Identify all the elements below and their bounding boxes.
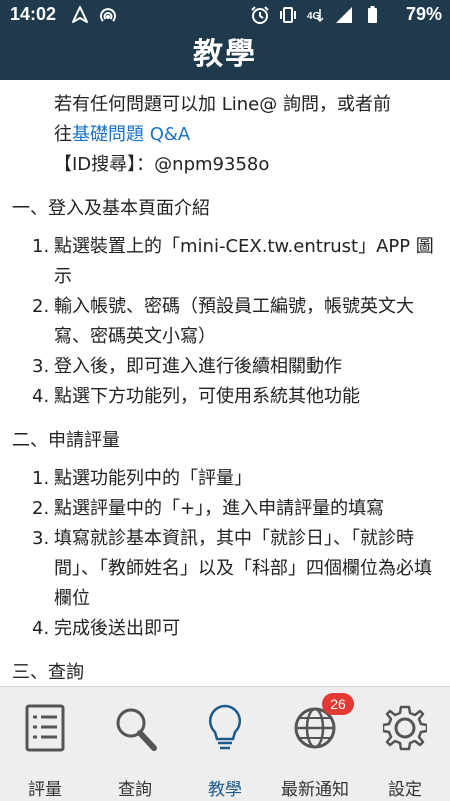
- nav-item-settings[interactable]: 設定: [360, 687, 450, 801]
- nav-label: 查詢: [118, 780, 152, 800]
- battery-icon: [368, 6, 377, 23]
- nav-label: 評量: [28, 780, 62, 800]
- intro-prefix: 往: [54, 124, 72, 145]
- page-title: 教學: [193, 37, 257, 72]
- intro-line: 若有任何問題可以加 Line@ 詢問，或者前: [54, 94, 391, 115]
- alarm-icon: [251, 6, 269, 24]
- nav-label: 最新通知: [281, 780, 349, 800]
- clipboard-icon: [25, 704, 65, 752]
- nav-item-notifications[interactable]: 26 最新通知: [270, 687, 360, 801]
- list-item: 2. 點選評量中的「+」，進入申請評量的填寫: [32, 498, 385, 519]
- app-bar: 教學: [0, 30, 450, 80]
- section-heading: 三、查詢: [12, 662, 84, 683]
- tutorial-content[interactable]: 若有任何問題可以加 Line@ 詢問，或者前 往基礎問題 Q&A 【ID搜尋】：…: [0, 80, 450, 686]
- notification-badge: 26: [322, 693, 354, 715]
- nav-label: 設定: [388, 780, 422, 800]
- step-list: 1. 點選裝置上的「mini-CEX.tw.entrust」APP 圖示 2. 輸入…: [0, 232, 450, 412]
- line-id-label: 【ID搜尋】：@npm9358o: [54, 154, 270, 175]
- bottom-navigation: 評量 查詢 教學 26 最新通知 設定: [0, 686, 450, 801]
- vibrate-icon: [280, 7, 296, 23]
- list-item: 1. 點選裝置上的「mini-CEX.tw.entrust」APP 圖示: [32, 236, 434, 287]
- nav-item-evaluation[interactable]: 評量: [0, 687, 90, 801]
- section-heading: 一、登入及基本頁面介紹: [12, 198, 210, 219]
- status-time: 14:02: [10, 4, 57, 24]
- 4g-icon: 4G: [307, 9, 324, 23]
- list-item: 1. 點選功能列中的「評量」: [32, 468, 252, 489]
- list-item: 3. 填寫就診基本資訊，其中「就診日」、「就診時間」、「教師姓名」以及「科部」四個…: [32, 528, 432, 609]
- lightbulb-icon: [208, 704, 242, 750]
- magnifier-icon: [116, 708, 157, 751]
- list-item: 4. 完成後送出即可: [32, 618, 180, 639]
- list-item: 2. 輸入帳號、密碼（預設員工編號，帳號英文大寫、密碼英文小寫）: [32, 296, 414, 347]
- nav-label: 教學: [208, 780, 242, 800]
- nav-item-query[interactable]: 查詢: [90, 687, 180, 801]
- section-heading: 二、申請評量: [12, 430, 120, 451]
- intro-block: 若有任何問題可以加 Line@ 詢問，或者前 往基礎問題 Q&A 【ID搜尋】：…: [0, 80, 450, 180]
- nav-item-tutorial[interactable]: 教學: [180, 687, 270, 801]
- list-item: 4. 點選下方功能列，可使用系統其他功能: [32, 386, 360, 407]
- list-item: 3. 登入後，即可進入進行後續相關動作: [32, 356, 342, 377]
- status-bar: 14:02 4G 79%: [0, 0, 450, 30]
- faq-link[interactable]: 基礎問題 Q&A: [72, 124, 190, 145]
- nav-arrow-icon: [72, 6, 88, 23]
- gear-icon: [383, 705, 427, 751]
- battery-percentage: 79%: [405, 4, 442, 24]
- step-list: 1. 點選功能列中的「評量」 2. 點選評量中的「+」，進入申請評量的填寫 3. 填寫…: [0, 464, 450, 644]
- hotspot-icon: [100, 8, 116, 22]
- signal-icon: [336, 7, 352, 23]
